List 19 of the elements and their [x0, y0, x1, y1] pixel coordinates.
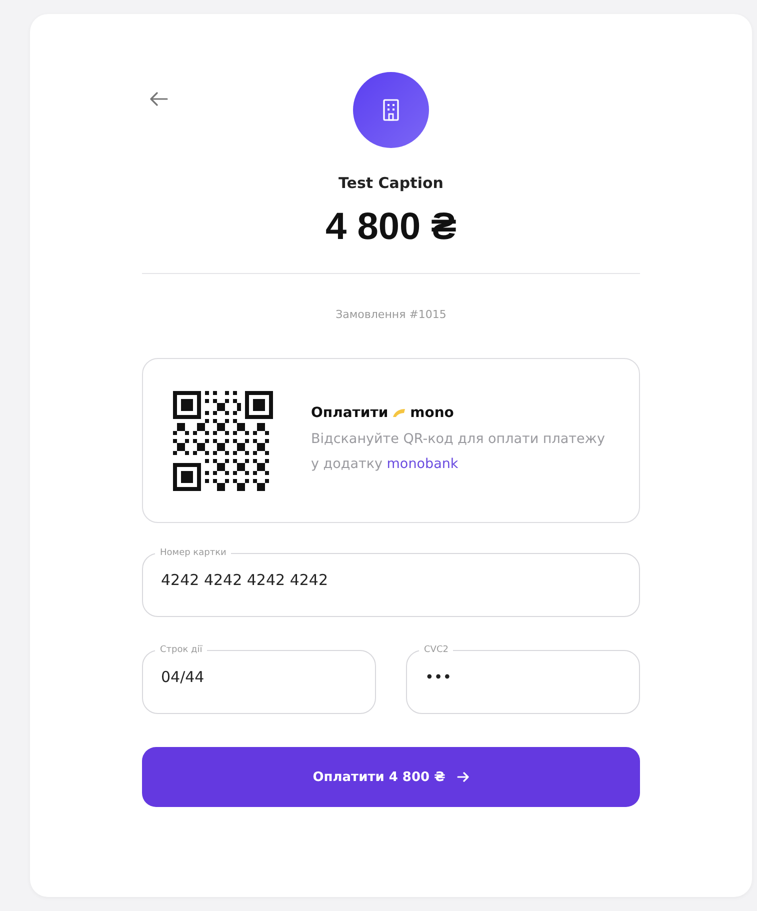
merchant-caption: Test Caption: [338, 174, 444, 192]
mono-brand: mono: [410, 404, 454, 420]
input-field[interactable]: CVC2 •••: [406, 644, 640, 714]
input-field[interactable]: Строк дії 04/44: [142, 644, 376, 714]
qr-code-icon: [173, 390, 273, 490]
back-arrow-icon[interactable]: [150, 92, 168, 106]
order-number: Замовлення #1015: [336, 308, 446, 321]
mono-logo-icon: [392, 408, 406, 418]
mono-description: Відскануйте QR-код для оплати платежу у додатку monobank: [311, 430, 606, 474]
amount: 4 800 ₴: [326, 206, 456, 249]
mono-pay-title: Оплатити: [311, 404, 388, 420]
field-label: Номер картки: [159, 547, 228, 559]
pay-button[interactable]: Оплатити 4 800 ₴: [142, 747, 640, 807]
mono-pay-panel[interactable]: Оплатити mono Відскануйте QR-код для оплати платежу у додатку monobank: [142, 358, 640, 523]
input-field[interactable]: Номер картки 4242 4242 4242 4242: [142, 547, 640, 617]
arrow-icon: [457, 772, 470, 782]
field-label: Строк дії: [159, 644, 204, 656]
monobank-link[interactable]: monobank: [386, 456, 458, 472]
field-label: CVC2: [423, 644, 450, 656]
